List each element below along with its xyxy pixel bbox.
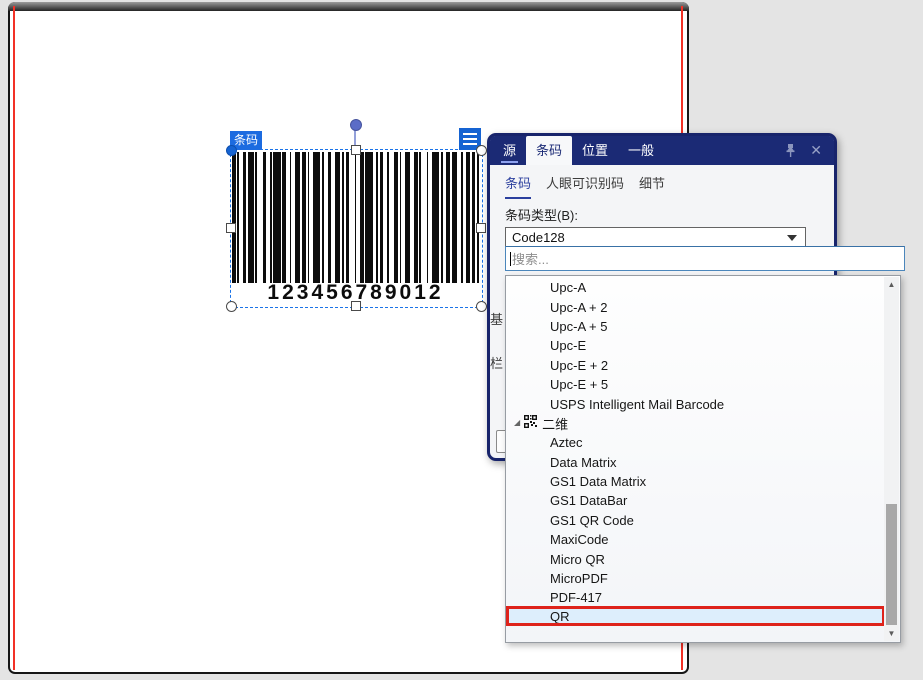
qr-group-icon [524, 415, 537, 431]
subtab-barcode[interactable]: 条码 [505, 173, 531, 199]
list-item[interactable]: USPS Intelligent Mail Barcode [507, 394, 884, 413]
list-item[interactable]: Micro QR [507, 549, 884, 568]
search-placeholder: 搜索... [512, 249, 549, 268]
expander-icon[interactable]: ◢ [514, 418, 520, 427]
pin-icon[interactable] [784, 143, 797, 158]
list-item[interactable]: Upc-E + 5 [507, 375, 884, 394]
list-item[interactable]: Upc-A [507, 278, 884, 297]
tab-position[interactable]: 位置 [572, 136, 618, 165]
list-item-label: Micro QR [550, 552, 605, 567]
list-item[interactable]: Upc-E + 2 [507, 356, 884, 375]
list-item-label: GS1 QR Code [550, 513, 634, 528]
handle-bottom-left[interactable] [226, 301, 237, 312]
list-item[interactable]: QR [507, 608, 884, 625]
list-item-label: Upc-A + 5 [550, 319, 607, 334]
barcode-bars[interactable] [232, 152, 479, 283]
subtab-human-readable[interactable]: 人眼可识别码 [546, 173, 624, 199]
application-window: 123456789012 条码 源 条码 位置 一般 [0, 0, 923, 680]
combobox-arrow-icon [787, 235, 797, 241]
list-item[interactable]: GS1 Data Matrix [507, 472, 884, 491]
barcode-type-list: Upc-A Upc-A + 2 [507, 278, 884, 625]
list-item-label: PDF-417 [550, 590, 602, 605]
scrollbar[interactable]: ▲ ▼ [884, 277, 899, 641]
left-margin-guide [13, 6, 15, 670]
clipped-label-2: 栏 [490, 353, 504, 372]
search-input[interactable]: 搜索... [505, 246, 905, 271]
list-item-label: Upc-E [550, 338, 586, 353]
handle-mid-right[interactable] [476, 223, 486, 233]
list-item-label: USPS Intelligent Mail Barcode [550, 397, 724, 412]
list-item-label: Aztec [550, 435, 583, 450]
list-item[interactable]: Upc-A + 2 [507, 297, 884, 316]
barcode-type-combobox[interactable]: Code128 [505, 227, 806, 248]
list-item-label: GS1 Data Matrix [550, 474, 646, 489]
subtab-details[interactable]: 细节 [639, 173, 665, 199]
list-item-label: 二维 [542, 414, 568, 433]
handle-bottom-center[interactable] [351, 301, 361, 311]
scroll-down-icon[interactable]: ▼ [884, 626, 899, 641]
scroll-up-icon[interactable]: ▲ [884, 277, 899, 292]
dialog-subtabs: 条码 人眼可识别码 细节 [505, 173, 665, 199]
list-item[interactable]: Data Matrix [507, 453, 884, 472]
list-item-label: Data Matrix [550, 455, 616, 470]
list-item[interactable]: ◢ 二维 [507, 414, 884, 433]
handle-mid-left[interactable] [226, 223, 236, 233]
list-item[interactable]: MicroPDF [507, 569, 884, 588]
text-caret [510, 252, 511, 266]
list-item[interactable]: GS1 QR Code [507, 511, 884, 530]
barcode-type-label: 条码类型(B): [505, 205, 578, 224]
list-item[interactable]: Upc-E [507, 336, 884, 355]
list-item[interactable]: Upc-A + 5 [507, 317, 884, 336]
list-item-label: Upc-E + 5 [550, 377, 608, 392]
tab-general[interactable]: 一般 [618, 136, 664, 165]
list-item-label: MicroPDF [550, 571, 608, 586]
list-item-label: MaxiCode [550, 532, 609, 547]
page-top-shadow [8, 2, 689, 11]
tab-source[interactable]: 源 [493, 136, 526, 165]
list-item[interactable]: MaxiCode [507, 530, 884, 549]
list-item-label: GS1 DataBar [550, 493, 627, 508]
handle-top-center[interactable] [351, 145, 361, 155]
dialog-titlebar: 源 条码 位置 一般 ✕ [490, 136, 834, 165]
list-item-label: QR [550, 609, 570, 624]
list-item-label: Upc-E + 2 [550, 358, 608, 373]
handle-top-left[interactable] [226, 145, 237, 156]
close-icon[interactable]: ✕ [810, 136, 822, 165]
list-item-label: Upc-A [550, 280, 586, 295]
tab-barcode[interactable]: 条码 [526, 136, 572, 165]
scrollbar-thumb[interactable] [886, 504, 897, 625]
barcode-type-value: Code128 [512, 230, 565, 245]
rotation-handle[interactable] [350, 119, 362, 131]
handle-bottom-right[interactable] [476, 301, 487, 312]
handle-top-right[interactable] [476, 145, 487, 156]
barcode-type-dropdown: Upc-A Upc-A + 2 [505, 275, 901, 643]
list-item[interactable]: Aztec [507, 433, 884, 452]
list-item[interactable]: PDF-417 [507, 588, 884, 607]
list-item-label: Upc-A + 2 [550, 300, 607, 315]
clipped-label-1: 基 [490, 309, 504, 328]
list-item[interactable]: GS1 DataBar [507, 491, 884, 510]
